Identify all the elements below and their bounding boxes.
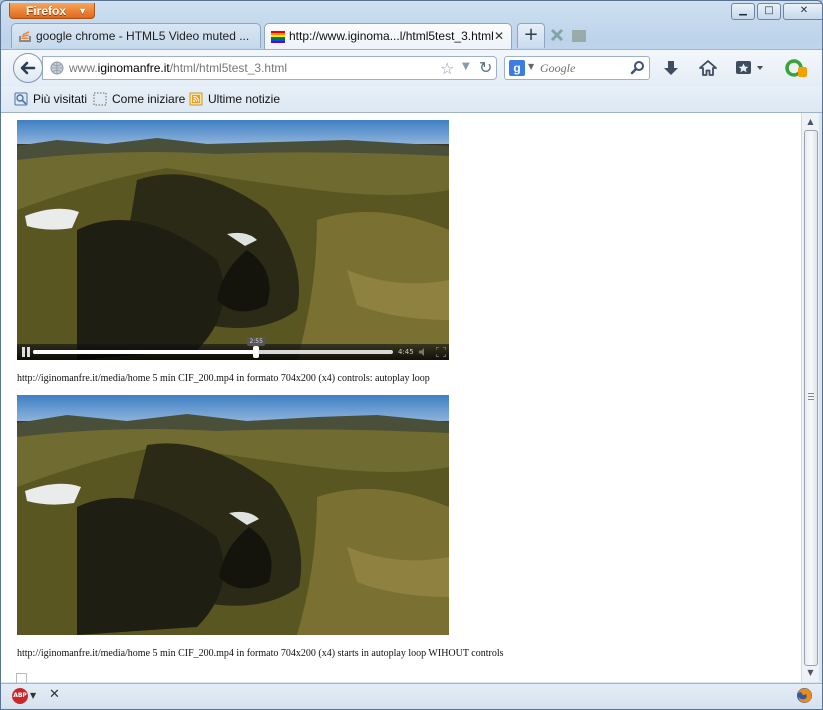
vertical-scrollbar[interactable]: ▲ ▼ — [801, 113, 819, 682]
bookmark-star-icon[interactable]: ☆ — [440, 59, 454, 78]
most-visited-icon — [14, 92, 28, 106]
video-frame-volcanic-landscape — [17, 395, 449, 635]
bookmark-getting-started[interactable]: Come iniziare — [92, 87, 185, 112]
scrollbar-grip — [808, 393, 814, 400]
video-caption: http://iginomanfre.it/media/home 5 min C… — [17, 648, 504, 659]
scroll-down-icon[interactable]: ▼ — [802, 666, 819, 680]
seek-thumb[interactable] — [253, 346, 260, 358]
scrollbar-thumb[interactable] — [804, 130, 818, 666]
firefox-logo-icon[interactable] — [796, 687, 813, 704]
firefox-menu-button[interactable]: Firefox ▼ — [9, 3, 95, 19]
url-text[interactable]: www.iginomanfre.it/html/html5test_3.html — [69, 57, 287, 79]
firefox-menu-label: Firefox — [26, 4, 67, 18]
addon-bar: ABP ▼ ✕ — [1, 683, 822, 709]
new-tab-button[interactable]: + — [517, 23, 545, 48]
home-icon[interactable] — [698, 58, 718, 78]
back-arrow-icon — [20, 61, 36, 75]
video-controls-bar: 2:55 4:45 — [17, 337, 449, 360]
tab-title: google chrome - HTML5 Video muted ... — [36, 29, 250, 43]
chevron-down-icon[interactable]: ▼ — [528, 62, 534, 71]
chevron-down-icon: ▼ — [78, 6, 87, 16]
video-player-with-controls[interactable]: 2:55 4:45 — [17, 120, 449, 360]
back-button[interactable] — [13, 53, 43, 83]
window-controls: ▁ □ ✕ — [731, 3, 822, 20]
bookmark-latest-news[interactable]: Ultime notizie — [188, 87, 280, 112]
tab-close-button[interactable]: ✕ — [494, 24, 504, 49]
bookmark-label: Ultime notizie — [208, 92, 281, 106]
bookmark-label: Come iniziare — [112, 92, 186, 106]
browser-window: Firefox ▼ ▁ □ ✕ google chrome - HTML5 Vi… — [0, 0, 823, 710]
scroll-up-icon[interactable]: ▲ — [802, 115, 819, 129]
seek-time-tooltip: 2:55 — [247, 337, 266, 346]
reload-icon[interactable]: ↻ — [479, 58, 492, 77]
stack-overflow-icon — [19, 31, 31, 42]
url-path: /html/html5test_3.html — [169, 61, 288, 75]
dotted-page-icon — [93, 92, 107, 106]
volume-icon[interactable] — [419, 348, 428, 356]
page-content: 2:55 4:45 http://iginomanfre.it/media/ho… — [1, 113, 801, 684]
rainbow-flag-icon — [271, 31, 285, 43]
seek-progress-fill — [33, 350, 257, 354]
bookmarks-menu-icon[interactable] — [734, 58, 766, 78]
close-addon-bar-button[interactable]: ✕ — [49, 687, 60, 702]
video-duration: 4:45 — [398, 348, 414, 356]
tab-bar-decoration-icon — [550, 28, 586, 42]
download-icon[interactable] — [661, 58, 681, 78]
video-seek-bar[interactable]: 2:55 — [33, 337, 393, 358]
bookmark-most-visited[interactable]: Più visitati — [13, 87, 87, 112]
search-bar[interactable]: g ▼ — [504, 56, 650, 80]
url-bar[interactable]: www.iginomanfre.it/html/html5test_3.html… — [42, 56, 497, 80]
addon-sync-icon[interactable] — [784, 58, 808, 78]
maximize-button[interactable]: □ — [757, 3, 781, 20]
url-prefix: www. — [69, 61, 98, 75]
fullscreen-icon[interactable] — [436, 347, 446, 357]
google-engine-icon[interactable]: g — [509, 60, 525, 76]
tab-title: http://www.iginoma...l/html5test_3.html — [289, 29, 494, 43]
tab-html5test[interactable]: http://www.iginoma...l/html5test_3.html … — [264, 23, 512, 49]
video-player-no-controls[interactable] — [17, 395, 449, 635]
bookmarks-toolbar: Più visitati Come iniziare Ultime notizi… — [1, 87, 822, 113]
globe-icon — [50, 61, 64, 75]
pause-icon[interactable] — [22, 347, 30, 357]
tab-strip: google chrome - HTML5 Video muted ... ht… — [11, 23, 545, 49]
url-domain: iginomanfre.it — [97, 61, 170, 75]
video-caption: http://iginomanfre.it/media/home 5 min C… — [17, 373, 430, 384]
close-window-button[interactable]: ✕ — [783, 3, 822, 20]
rss-feed-icon — [189, 92, 203, 106]
search-input[interactable] — [540, 59, 628, 77]
search-icon[interactable] — [630, 59, 646, 77]
bookmark-label: Più visitati — [33, 92, 88, 106]
tab-stackoverflow[interactable]: google chrome - HTML5 Video muted ... — [11, 23, 261, 48]
adblock-plus-icon[interactable]: ABP — [12, 688, 28, 704]
navigation-toolbar: www.iginomanfre.it/html/html5test_3.html… — [1, 49, 822, 88]
history-dropdown-icon[interactable]: ▼ — [462, 61, 470, 72]
video-frame-volcanic-landscape — [17, 120, 449, 360]
minimize-button[interactable]: ▁ — [731, 3, 755, 20]
chevron-down-icon[interactable]: ▼ — [30, 691, 36, 700]
